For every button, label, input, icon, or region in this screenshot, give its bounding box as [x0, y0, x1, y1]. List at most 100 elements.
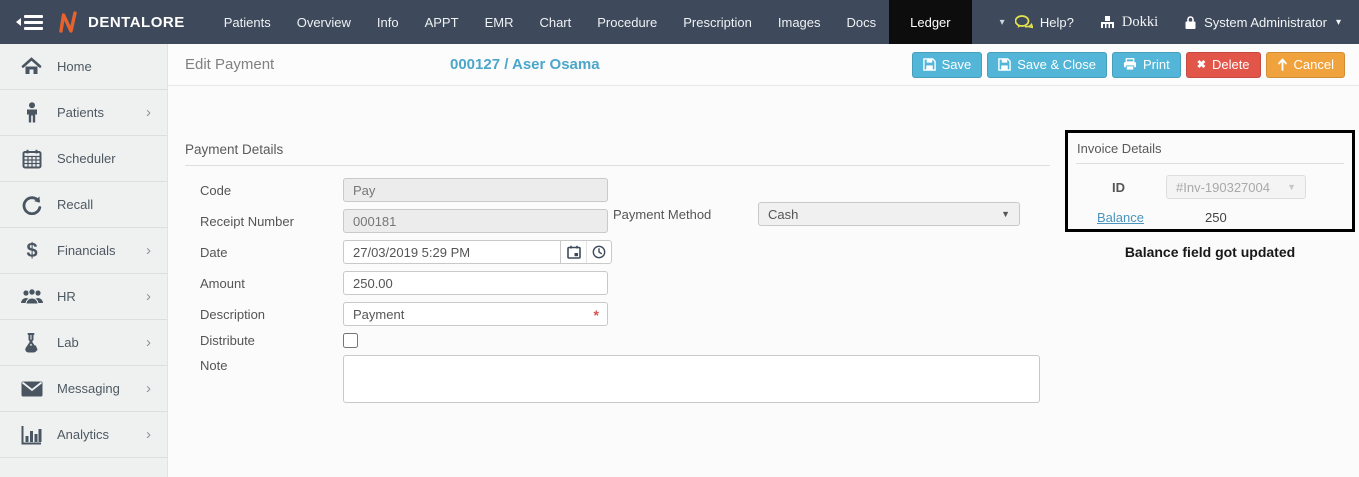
description-input[interactable]	[343, 302, 608, 326]
annotation-balance-updated: Balance field got updated	[1124, 244, 1296, 260]
logo-zigzag-icon	[59, 11, 77, 33]
content-header: Edit Payment 000127 / Aser Osama Save Sa…	[168, 44, 1359, 86]
code-label: Code	[200, 182, 232, 198]
delete-button-label: Delete	[1211, 57, 1250, 72]
invoice-id-value: #Inv-190327004	[1176, 179, 1270, 195]
user-name: System Administrator	[1204, 14, 1327, 30]
receipt-number-input	[343, 209, 608, 233]
sidebar-item-messaging[interactable]: Messaging ›	[0, 366, 167, 412]
sidebar-item-label: Messaging	[57, 381, 120, 396]
save-and-close-button-label: Save & Close	[1017, 57, 1096, 72]
top-navigation-bar: DENTALORE Patients Overview Info APPT EM…	[0, 0, 1359, 44]
brand-name: DENTALORE	[88, 13, 185, 31]
payment-form-area: Payment Details Code Receipt Number Date	[168, 128, 1359, 403]
printer-icon	[1123, 58, 1137, 71]
distribute-label: Distribute	[200, 333, 255, 348]
delete-button[interactable]: ✖ Delete	[1185, 51, 1261, 78]
tab-emr[interactable]: EMR	[472, 0, 527, 44]
cancel-button[interactable]: Cancel	[1265, 51, 1345, 78]
payment-method-label: Payment Method	[613, 206, 712, 222]
balance-value: 250	[1205, 210, 1227, 225]
topbar-right-cluster: Help? Dokki System Administrator ▾	[1014, 0, 1359, 44]
dollar-icon: $	[19, 240, 44, 262]
tab-info[interactable]: Info	[364, 0, 412, 44]
payment-method-dropdown[interactable]: Cash ▼	[758, 202, 1020, 226]
note-field-row: Note	[185, 355, 1359, 403]
recall-icon	[19, 195, 44, 215]
clinic-selector[interactable]: Dokki	[1100, 14, 1158, 31]
tab-overview[interactable]: Overview	[284, 0, 364, 44]
nav-more-caret-icon[interactable]: ▾	[1000, 0, 1005, 44]
tab-chart[interactable]: Chart	[526, 0, 584, 44]
invoice-id-dropdown: #Inv-190327004 ▼	[1166, 175, 1306, 199]
balance-link[interactable]: Balance	[1097, 210, 1166, 225]
user-menu-caret-icon: ▾	[1335, 16, 1341, 28]
sidebar-item-analytics[interactable]: Analytics ›	[0, 412, 167, 458]
amount-label: Amount	[200, 275, 245, 291]
payment-method-field-row: Payment Method Cash ▼	[613, 202, 1020, 226]
sidebar-item-lab[interactable]: Lab ›	[0, 320, 167, 366]
date-input[interactable]	[343, 240, 561, 264]
sidebar-item-scheduler[interactable]: Scheduler	[0, 136, 167, 182]
sidebar-item-label: Recall	[57, 197, 94, 212]
sidebar-collapse-icon[interactable]	[0, 0, 58, 44]
payment-method-value: Cash	[768, 206, 799, 222]
submenu-chevron-icon: ›	[146, 380, 151, 397]
page-title: Edit Payment	[185, 56, 275, 73]
chat-help-icon	[1014, 14, 1033, 28]
required-asterisk-icon: *	[593, 307, 599, 323]
app-logo: DENTALORE	[58, 0, 185, 44]
sidebar-item-hr[interactable]: HR ›	[0, 274, 167, 320]
tab-appt[interactable]: APPT	[412, 0, 472, 44]
calendar-picker-button[interactable]	[561, 241, 586, 263]
patient-icon	[19, 102, 44, 123]
sidebar-item-home[interactable]: Home	[0, 44, 167, 90]
submenu-chevron-icon: ›	[146, 426, 151, 443]
invoice-details-panel: Invoice Details ID #Inv-190327004 ▼ Bala…	[1065, 130, 1355, 232]
tab-procedure[interactable]: Procedure	[584, 0, 670, 44]
flask-icon	[19, 332, 44, 353]
sidebar-item-label: Financials	[57, 243, 116, 258]
sidebar-item-label: Lab	[57, 335, 79, 350]
submenu-chevron-icon: ›	[146, 242, 151, 259]
time-picker-button[interactable]	[586, 241, 611, 263]
receipt-number-label: Receipt Number	[200, 213, 294, 229]
section-title-payment-details: Payment Details	[185, 138, 1050, 166]
sidebar-item-label: Analytics	[57, 427, 110, 442]
save-disk-icon	[922, 58, 936, 71]
submenu-chevron-icon: ›	[146, 288, 151, 305]
sidebar-item-recall[interactable]: Recall	[0, 182, 167, 228]
note-textarea[interactable]	[343, 355, 1040, 403]
tab-patients[interactable]: Patients	[211, 0, 284, 44]
save-and-close-button[interactable]: Save & Close	[987, 51, 1107, 78]
tab-prescription[interactable]: Prescription	[670, 0, 765, 44]
nav-tabs: Patients Overview Info APPT EMR Chart Pr…	[211, 0, 972, 44]
envelope-icon	[19, 381, 44, 397]
submenu-chevron-icon: ›	[146, 104, 151, 121]
distribute-checkbox[interactable]	[343, 333, 358, 348]
sidebar: Home Patients › Scheduler Recall $ Finan…	[0, 44, 168, 477]
save-disk-icon	[998, 58, 1012, 71]
tab-images[interactable]: Images	[765, 0, 834, 44]
print-button[interactable]: Print	[1112, 51, 1181, 78]
dropdown-caret-icon: ▼	[1001, 209, 1010, 219]
help-menu[interactable]: Help?	[1014, 14, 1074, 30]
invoice-details-title: Invoice Details	[1076, 138, 1344, 164]
sidebar-item-patients[interactable]: Patients ›	[0, 90, 167, 136]
description-label: Description	[200, 306, 266, 322]
sidebar-item-label: Home	[57, 59, 92, 74]
sidebar-item-label: Patients	[57, 105, 104, 120]
amount-field-row: Amount	[185, 271, 1359, 295]
note-label: Note	[200, 358, 228, 373]
print-button-label: Print	[1143, 57, 1170, 72]
user-menu[interactable]: System Administrator ▾	[1184, 15, 1341, 30]
lock-icon	[1185, 15, 1196, 29]
tab-docs[interactable]: Docs	[834, 0, 890, 44]
patient-record-link[interactable]: 000127 / Aser Osama	[450, 56, 600, 73]
sidebar-item-financials[interactable]: $ Financials ›	[0, 228, 167, 274]
tab-ledger[interactable]: Ledger	[889, 0, 972, 44]
save-button[interactable]: Save	[911, 51, 983, 78]
calendar-icon	[566, 245, 581, 259]
amount-input[interactable]	[343, 271, 608, 295]
save-button-label: Save	[941, 57, 972, 72]
